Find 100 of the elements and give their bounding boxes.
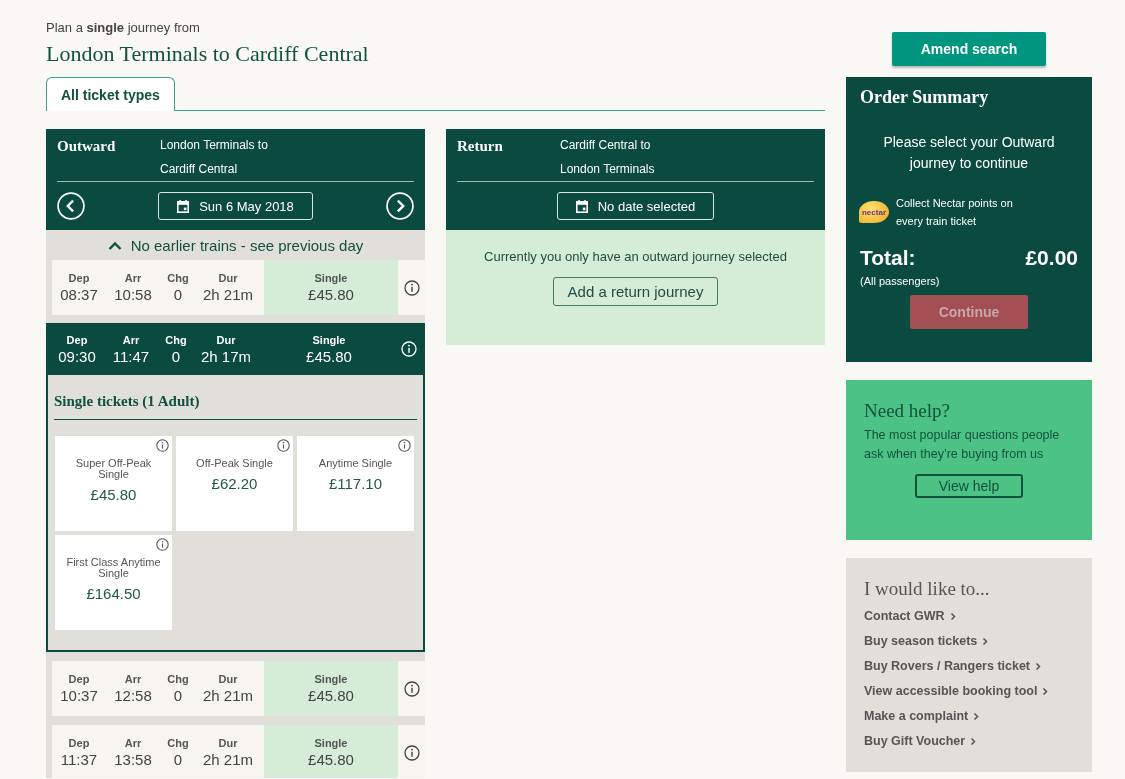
arrival-time: 12:58	[114, 687, 152, 705]
info-message: Please select your Outward journey to continue	[882, 133, 1056, 173]
column-label: Chg	[167, 672, 189, 687]
info-icon	[403, 680, 420, 697]
selected-train-row[interactable]: Dep 09:30 Arr 11:47 Chg 0 Dur 2h 17m Single £45.80	[46, 323, 425, 375]
duration: 2h 17m	[200, 347, 251, 366]
arrival-time: 10:58	[114, 286, 152, 304]
fare-label: Single	[314, 271, 348, 286]
changes-count: 0	[171, 347, 181, 366]
add-return-button[interactable]: Add a return journey	[552, 277, 719, 306]
arrival-time: 11:47	[112, 347, 150, 366]
calendar-icon	[176, 199, 191, 213]
info-icon	[277, 439, 290, 452]
column-label: Dur	[218, 672, 238, 687]
previous-day-button[interactable]	[57, 192, 85, 220]
chevron-right-icon	[1042, 687, 1049, 696]
column-label: Arr	[124, 271, 142, 286]
ticket-card[interactable]: Off-Peak Single £62.20	[176, 436, 293, 531]
ticket-price: £45.80	[90, 486, 137, 503]
panel-heading: Outward	[57, 137, 117, 156]
calendar-icon	[574, 199, 589, 213]
fare-price: £45.80	[308, 687, 354, 705]
changes-count: 0	[173, 286, 183, 304]
info-icon	[400, 341, 417, 357]
fare-price: £45.80	[308, 751, 354, 769]
chevron-left-icon	[57, 192, 85, 220]
ticket-name: Off-Peak Single	[195, 458, 274, 469]
duration: 2h 21m	[202, 687, 253, 705]
section-heading: Single tickets (1 Adult)	[54, 393, 417, 420]
chevron-right-icon	[949, 612, 956, 621]
route-text: London Terminals to	[160, 137, 268, 154]
route-text: Cardiff Central	[160, 161, 238, 178]
info-icon	[403, 744, 420, 761]
panel-heading: Return	[457, 137, 504, 156]
info-message: Currently you only have an outward journey selected	[484, 249, 787, 264]
ticket-name: Super Off-Peak Single	[74, 458, 153, 480]
chevron-right-icon	[973, 712, 980, 721]
link[interactable]: Make a complaint	[864, 704, 980, 729]
fare-label: Single	[314, 672, 348, 687]
ticket-card[interactable]: First Class Anytime Single £164.50	[55, 535, 172, 630]
arrival-time: 13:58	[114, 751, 152, 769]
fare-label: Single	[312, 332, 346, 348]
chevron-right-icon	[970, 737, 977, 746]
train-row[interactable]: Dep 11:37 Arr 13:58 Chg 0 Dur 2h 21m Single £45.80	[52, 725, 425, 778]
column-label: Dep	[68, 271, 90, 286]
chevron-right-icon	[1035, 662, 1042, 671]
train-row[interactable]: Dep 10:37 Arr 12:58 Chg 0 Dur 2h 21m Single £45.80	[52, 661, 425, 716]
total-label: Total:	[860, 246, 916, 270]
amend-search-button[interactable]: Amend search	[892, 32, 1046, 66]
chevron-right-icon	[386, 192, 414, 220]
ticket-name: Anytime Single	[317, 458, 394, 469]
departure-time: 10:37	[60, 687, 98, 705]
panel-heading: I would like to...	[864, 578, 991, 600]
column-label: Dur	[218, 271, 238, 286]
ticket-price: £164.50	[86, 585, 141, 602]
date-button[interactable]: No date selected	[556, 192, 715, 220]
panel-heading: Order Summary	[860, 87, 990, 108]
earlier-trains-link[interactable]: No earlier trains - see previous day	[46, 230, 425, 260]
ticket-price: £117.10	[328, 475, 383, 492]
route-text: London Terminals	[560, 161, 655, 178]
duration: 2h 21m	[202, 286, 253, 304]
tab[interactable]: All ticket types	[46, 77, 175, 111]
column-label: Arr	[122, 332, 140, 348]
column-label: Dur	[216, 332, 236, 348]
fare-price: £45.80	[306, 347, 352, 366]
chevron-up-icon	[107, 240, 122, 250]
ticket-card[interactable]: Super Off-Peak Single £45.80	[55, 436, 172, 531]
journey-title: London Terminals to Cardiff Central	[46, 40, 370, 68]
link[interactable]: Buy season tickets	[864, 629, 989, 654]
column-label: Arr	[124, 736, 142, 751]
departure-time: 08:37	[60, 286, 98, 304]
link[interactable]: View accessible booking tool	[864, 679, 1049, 704]
info-icon	[403, 279, 420, 296]
ticket-name: First Class Anytime Single	[65, 557, 162, 579]
info-icon	[156, 439, 169, 452]
changes-count: 0	[173, 687, 183, 705]
next-day-button[interactable]	[386, 192, 414, 220]
link[interactable]: Contact GWR	[864, 604, 956, 629]
column-label: Arr	[124, 672, 142, 687]
column-label: Dep	[66, 332, 88, 348]
changes-count: 0	[173, 751, 183, 769]
info-icon	[156, 538, 169, 551]
total-amount: £0.00	[1025, 246, 1078, 270]
promo-text: Collect Nectar points on every train ticket	[896, 196, 1014, 229]
link[interactable]: Buy Rovers / Rangers ticket	[864, 654, 1042, 679]
info-icon	[398, 439, 411, 452]
route-text: Cardiff Central to	[560, 137, 651, 154]
fare-price: £45.80	[308, 286, 354, 304]
column-label: Chg	[165, 332, 187, 348]
view-help-button[interactable]: View help	[915, 474, 1023, 498]
date-button[interactable]: Sun 6 May 2018	[158, 192, 313, 220]
link[interactable]: Buy Gift Voucher	[864, 729, 977, 754]
help-text: The most popular questions people ask when they’re buying from us	[864, 427, 1061, 463]
departure-time: 09:30	[58, 347, 96, 366]
duration: 2h 21m	[202, 751, 253, 769]
column-label: Chg	[167, 736, 189, 751]
train-row[interactable]: Dep 08:37 Arr 10:58 Chg 0 Dur 2h 21m Single £45.80	[52, 260, 425, 315]
ticket-card[interactable]: Anytime Single £117.10	[297, 436, 414, 531]
column-label: Dur	[218, 736, 238, 751]
chevron-right-icon	[982, 637, 989, 646]
